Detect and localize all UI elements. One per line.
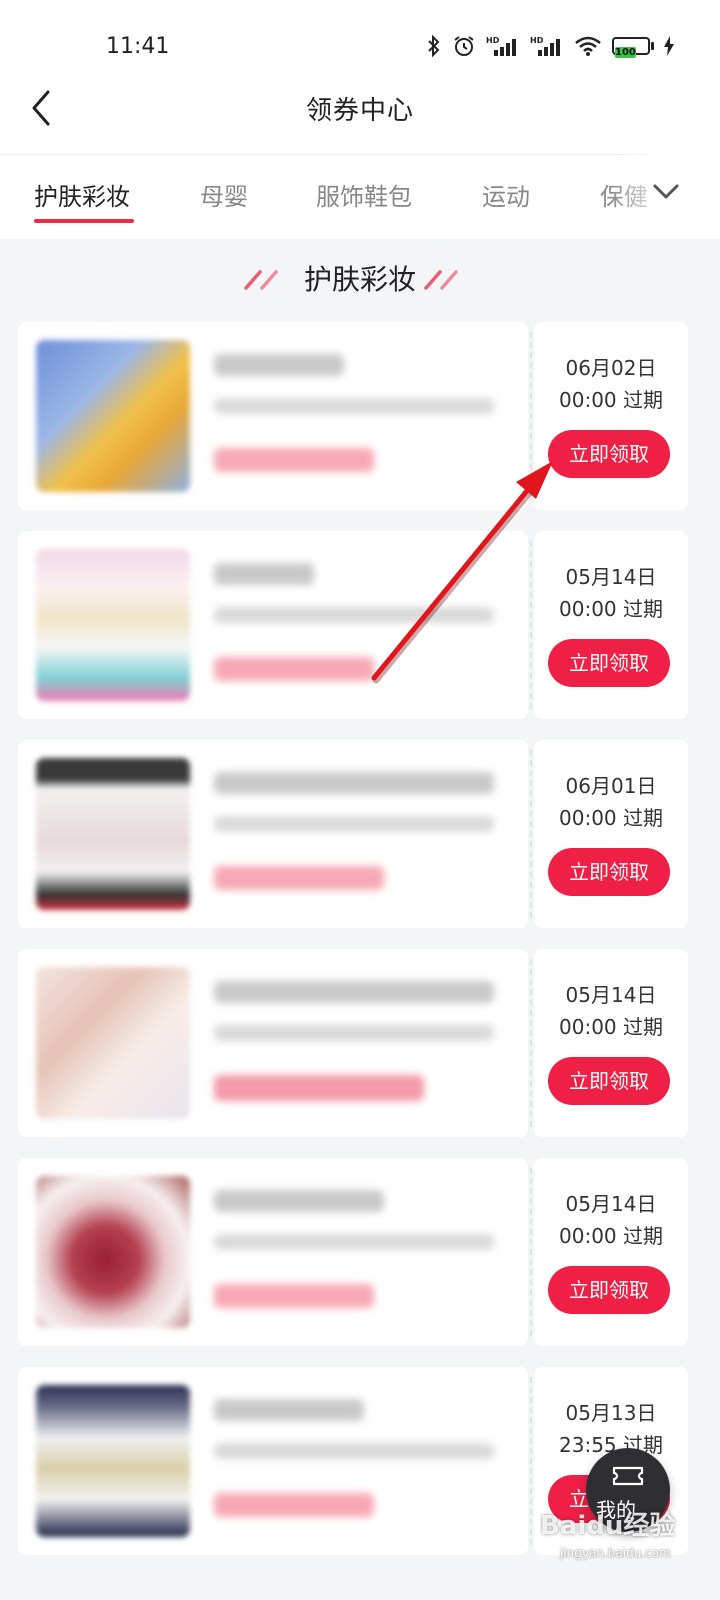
coupon-ticket-icon <box>612 1464 644 1492</box>
alarm-icon <box>452 34 476 58</box>
coupon-product-area[interactable] <box>18 740 528 928</box>
status-icons: HD HD 100 <box>426 34 674 58</box>
tab-apparel[interactable]: 服饰鞋包 <box>316 177 412 212</box>
coupon-claim-area: 06月02日 00:00 过期 立即领取 <box>534 322 688 510</box>
expire-date: 05月14日 <box>565 983 657 1007</box>
coupon-claim-area: 05月14日 00:00 过期 立即领取 <box>534 531 688 719</box>
coupon-claim-area: 05月14日 00:00 过期 立即领取 <box>534 1158 688 1346</box>
page-title: 领券中心 <box>305 96 414 126</box>
battery-icon: 100 <box>612 37 654 58</box>
tab-mother-baby[interactable]: 母婴 <box>200 177 248 212</box>
chevron-down-icon[interactable] <box>652 180 680 208</box>
claim-button[interactable]: 立即领取 <box>548 639 670 687</box>
product-image <box>36 1385 190 1537</box>
coupon-product-area[interactable] <box>18 949 528 1137</box>
coupon-card: 05月14日 00:00 过期 立即领取 <box>18 531 688 719</box>
expire-time: 00:00 过期 <box>559 597 663 621</box>
product-image <box>36 758 190 910</box>
coupon-claim-area: 06月01日 00:00 过期 立即领取 <box>534 740 688 928</box>
claim-button[interactable]: 立即领取 <box>548 430 670 478</box>
hd-signal-icon: HD <box>486 34 520 58</box>
coupon-card: 06月01日 00:00 过期 立即领取 <box>18 740 688 928</box>
section-title: 护肤彩妆 <box>303 263 416 296</box>
product-image <box>36 1176 190 1328</box>
charging-icon <box>664 36 674 56</box>
tab-sports[interactable]: 运动 <box>482 177 530 212</box>
expire-date: 06月02日 <box>565 356 657 380</box>
claim-button[interactable]: 立即领取 <box>548 848 670 896</box>
product-image <box>36 340 190 492</box>
battery-level: 100 <box>615 47 636 58</box>
expire-date: 06月01日 <box>565 774 657 798</box>
svg-text:HD: HD <box>486 36 500 45</box>
hd-signal-icon: HD <box>530 34 564 58</box>
coupon-product-area[interactable] <box>18 1158 528 1346</box>
coupon-card: 05月14日 00:00 过期 立即领取 <box>18 949 688 1137</box>
coupon-product-area[interactable] <box>18 531 528 719</box>
active-tab-indicator <box>34 219 134 223</box>
title-decoration-right <box>424 270 458 290</box>
wifi-icon <box>574 35 602 57</box>
product-image <box>36 549 190 701</box>
claim-button[interactable]: 立即领取 <box>548 1266 670 1314</box>
coupon-card: 06月02日 00:00 过期 立即领取 <box>18 322 688 510</box>
expire-date: 05月13日 <box>565 1401 657 1425</box>
coupon-card: 05月14日 00:00 过期 立即领取 <box>18 1158 688 1346</box>
expire-time: 00:00 过期 <box>559 1015 663 1039</box>
svg-text:HD: HD <box>530 36 544 45</box>
claim-button[interactable]: 立即领取 <box>548 1057 670 1105</box>
status-time: 11:41 <box>106 34 170 59</box>
tab-skincare[interactable]: 护肤彩妆 <box>34 177 130 212</box>
expire-time: 00:00 过期 <box>559 1224 663 1248</box>
watermark-url: jingyan.baidu.com <box>560 1546 671 1560</box>
header: 领券中心 <box>0 62 720 154</box>
coupon-product-area[interactable] <box>18 1367 528 1555</box>
product-image <box>36 967 190 1119</box>
expire-time: 00:00 过期 <box>559 388 663 412</box>
coupon-claim-area: 05月14日 00:00 过期 立即领取 <box>534 949 688 1137</box>
watermark: Baidu经验 <box>540 1511 676 1541</box>
expire-date: 05月14日 <box>565 565 657 589</box>
expire-time: 00:00 过期 <box>559 806 663 830</box>
expire-date: 05月14日 <box>565 1192 657 1216</box>
coupon-product-area[interactable] <box>18 322 528 510</box>
bluetooth-icon <box>426 34 442 58</box>
